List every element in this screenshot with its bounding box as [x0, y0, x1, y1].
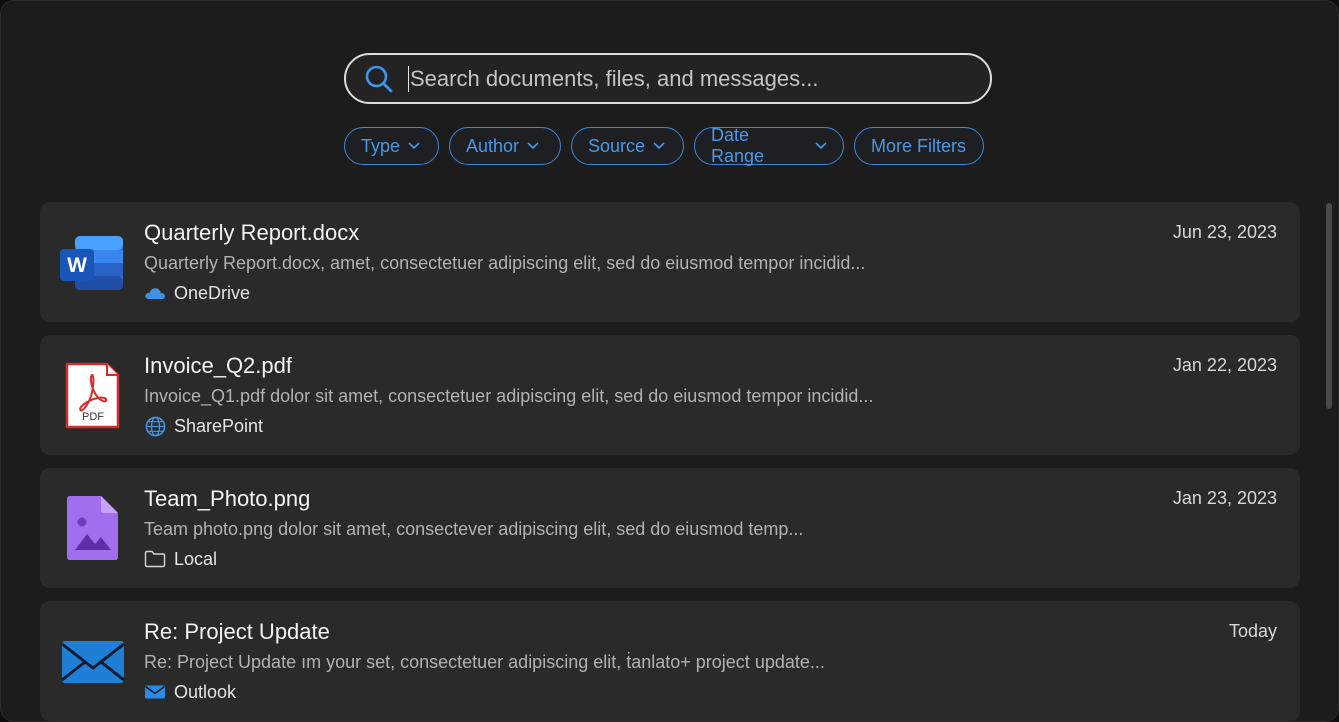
more-filters-button[interactable]: More Filters — [854, 127, 984, 165]
result-item[interactable]: Re: Project Update Re: Project Update ım… — [40, 601, 1300, 721]
chevron-down-icon — [408, 142, 420, 150]
filter-type-button[interactable]: Type — [344, 127, 439, 165]
result-item[interactable]: Team_Photo.png Team photo.png dolor sit … — [40, 468, 1300, 588]
source-label: Outlook — [174, 681, 237, 702]
chevron-down-icon — [527, 142, 539, 150]
chevron-down-icon — [653, 142, 665, 150]
result-title: Quarterly Report.docx — [144, 220, 360, 245]
word-document-icon: W — [57, 228, 127, 298]
result-source: OneDrive — [144, 282, 250, 304]
chevron-down-icon — [815, 142, 827, 150]
source-label: Local — [174, 548, 218, 569]
result-snippet: Team photo.png dolor sit amet, consectev… — [144, 519, 804, 539]
globe-icon — [144, 415, 166, 437]
filter-author-button[interactable]: Author — [449, 127, 561, 165]
filter-bar: Type Author Source Date Range More Filte… — [344, 125, 984, 166]
search-window: Type Author Source Date Range More Filte… — [0, 0, 1339, 722]
email-envelope-icon — [57, 627, 127, 697]
image-file-icon — [57, 494, 127, 564]
outlook-mail-icon — [144, 681, 166, 703]
source-label: OneDrive — [174, 282, 251, 303]
results-list: W Quarterly Report.docx Quarterly Report… — [40, 202, 1300, 721]
filter-label: More Filters — [871, 135, 967, 156]
result-date: Jun 23, 2023 — [1172, 222, 1277, 242]
svg-text:PDF: PDF — [82, 411, 104, 423]
result-snippet: Invoice_Q1.pdf dolor sit amet, consectet… — [144, 386, 874, 406]
result-item[interactable]: PDF Invoice_Q2.pdf Invoice_Q1.pdf dolor … — [40, 335, 1300, 455]
result-date: Jan 22, 2023 — [1172, 355, 1277, 375]
result-title: Re: Project Update — [144, 619, 330, 644]
text-cursor — [408, 65, 409, 92]
result-date: Jan 23, 2023 — [1172, 488, 1277, 508]
result-date: Today — [1228, 621, 1277, 641]
svg-text:W: W — [67, 254, 87, 277]
result-source: Outlook — [144, 681, 236, 703]
result-source: SharePoint — [144, 415, 263, 437]
filter-label: Source — [588, 135, 646, 156]
filter-label: Author — [466, 135, 520, 156]
search-bar[interactable] — [344, 53, 992, 104]
onedrive-cloud-icon — [144, 282, 166, 304]
filter-label: Type — [361, 135, 401, 156]
result-snippet: Re: Project Update ım your set, consecte… — [144, 652, 825, 672]
folder-icon — [144, 548, 166, 570]
result-title: Invoice_Q2.pdf — [144, 353, 292, 378]
scrollbar-thumb[interactable] — [1326, 203, 1332, 409]
source-label: SharePoint — [174, 415, 264, 436]
filter-source-button[interactable]: Source — [571, 127, 684, 165]
search-input[interactable] — [410, 65, 990, 92]
result-snippet: Quarterly Report.docx, amet, consectetue… — [144, 253, 866, 273]
search-icon — [363, 63, 395, 95]
pdf-document-icon: PDF — [57, 361, 127, 431]
result-item[interactable]: W Quarterly Report.docx Quarterly Report… — [40, 202, 1300, 322]
result-source: Local — [144, 548, 217, 570]
result-title: Team_Photo.png — [144, 486, 311, 511]
filter-label: Date Range — [711, 125, 765, 166]
filter-date-range-button[interactable]: Date Range — [694, 125, 844, 166]
